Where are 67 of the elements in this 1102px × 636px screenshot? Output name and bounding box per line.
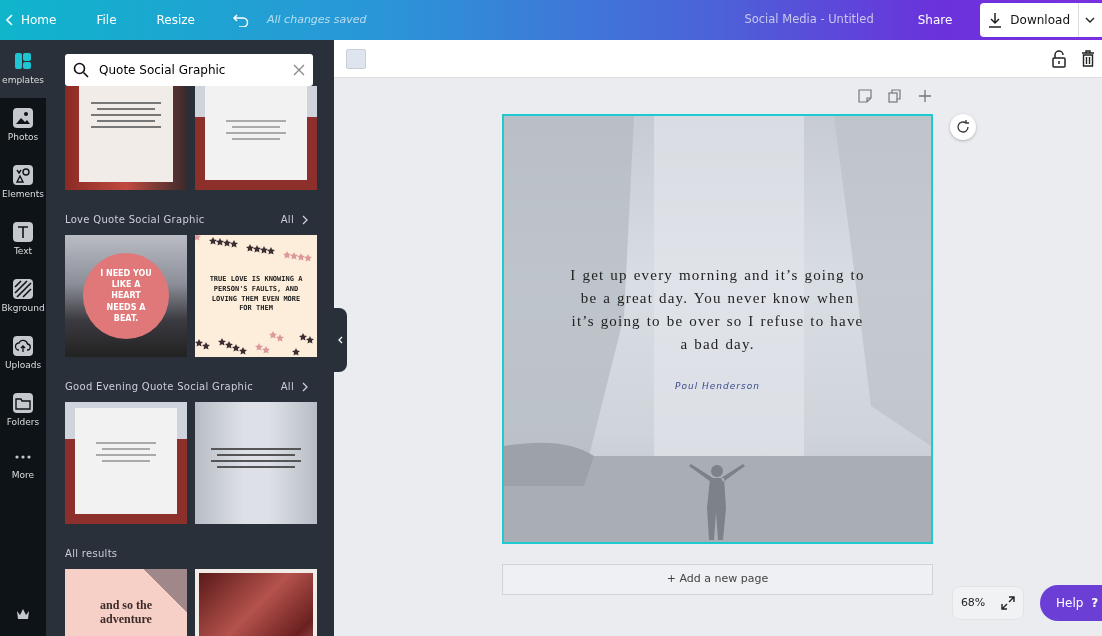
download-button[interactable]: Download	[980, 3, 1078, 37]
text-icon	[13, 222, 33, 243]
save-status: All changes saved	[267, 11, 367, 28]
clear-search-button[interactable]	[293, 64, 305, 76]
template-thumbnail[interactable]	[195, 86, 317, 190]
refresh-icon	[956, 120, 970, 134]
template-thumbnail[interactable]	[65, 402, 187, 524]
search-icon	[73, 62, 89, 78]
crown-icon	[16, 608, 30, 620]
back-chevron-icon	[6, 14, 13, 26]
close-icon	[293, 64, 305, 76]
sidebar-item[interactable]: emplates	[0, 40, 46, 98]
note-icon	[858, 89, 872, 103]
see-all-link[interactable]: All	[280, 379, 308, 394]
lock-button[interactable]	[1052, 49, 1066, 68]
folders-icon	[13, 393, 33, 414]
duplicate-page-button[interactable]	[888, 89, 902, 103]
expand-arrows-icon	[1001, 596, 1016, 610]
padlock-icon	[1052, 49, 1066, 68]
sidebar-item[interactable]: Folders	[0, 383, 46, 440]
elements-icon	[13, 165, 33, 186]
template-text: and so the adventure	[99, 599, 153, 627]
chevron-right-icon	[302, 381, 308, 392]
section-heading: Love Quote Social Graphic	[65, 213, 205, 227]
add-note-button[interactable]	[858, 89, 872, 103]
caret-icon	[1085, 17, 1095, 23]
delete-button[interactable]	[1082, 50, 1094, 67]
see-all-link[interactable]: All	[280, 212, 308, 227]
template-text: I NEED YOU LIKE A HEART NEEDS A BEAT.	[99, 268, 153, 324]
section-heading: Good Evening Quote Social Graphic	[65, 380, 254, 394]
sidebar-item[interactable]: Photos	[0, 98, 46, 155]
template-thumbnail[interactable]	[195, 402, 317, 524]
download-options-button[interactable]	[1078, 3, 1102, 37]
share-button[interactable]: Share	[897, 11, 973, 29]
color-swatch[interactable]	[346, 48, 366, 69]
add-new-page-button[interactable]: + Add a new page	[502, 564, 933, 595]
section-heading: All results	[65, 547, 118, 561]
author-name: Poul Henderson	[675, 380, 760, 393]
sidebar-item[interactable]: Uploads	[0, 326, 46, 383]
chevron-right-icon	[302, 214, 308, 225]
download-icon	[988, 12, 1003, 28]
chevron-left-icon	[337, 336, 343, 344]
collapse-panel-handle[interactable]	[333, 308, 347, 372]
sidebar-item[interactable]: Text	[0, 212, 46, 269]
sidebar-item[interactable]: Elements	[0, 155, 46, 212]
quote-text: I get up every morning and it’s going to be a great day. You never know when it’s going to be over so I refuse to have a bad day.	[569, 266, 866, 354]
sidebar-item[interactable]: Bkground	[0, 269, 46, 326]
help-button[interactable]: Help ?	[1040, 585, 1102, 621]
refresh-button[interactable]	[950, 114, 976, 140]
template-thumbnail[interactable]	[65, 86, 187, 190]
document-title: Social Media - Untitled	[744, 11, 874, 29]
more-icon	[15, 454, 31, 459]
photos-icon	[13, 108, 33, 129]
add-page-button[interactable]	[918, 89, 932, 103]
fullscreen-button[interactable]	[1001, 596, 1016, 610]
trash-icon	[1082, 50, 1094, 67]
question-mark-icon: ?	[1091, 594, 1099, 612]
sidebar-item[interactable]: More	[0, 440, 46, 497]
background-icon	[13, 279, 33, 300]
zoom-level: 68%	[960, 594, 986, 611]
undo-icon	[233, 13, 249, 27]
templates-icon	[13, 50, 33, 71]
plus-icon	[918, 89, 932, 103]
template-thumbnail[interactable]: and so the adventure	[65, 569, 187, 636]
uploads-icon	[13, 336, 33, 357]
search-bar[interactable]: Quote Social Graphic	[65, 54, 313, 86]
copy-icon	[888, 89, 902, 103]
